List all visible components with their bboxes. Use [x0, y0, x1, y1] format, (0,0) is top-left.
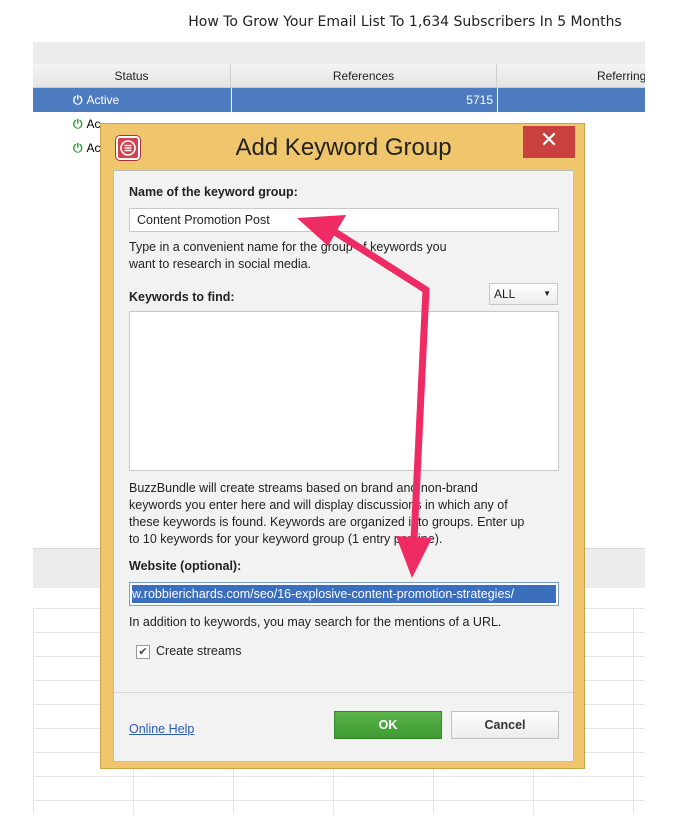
ok-button[interactable]: OK: [334, 711, 442, 739]
keywords-hint-line: keywords you enter here and will display…: [129, 498, 508, 512]
status-text: Ac: [86, 141, 101, 155]
status-text: Active: [86, 93, 120, 107]
page-caption: How To Grow Your Email List To 1,634 Sub…: [188, 14, 622, 30]
create-streams-checkbox[interactable]: ✔: [136, 645, 150, 659]
column-divider: [497, 88, 498, 112]
checkmark-icon: ✔: [138, 646, 148, 658]
power-icon: ⏻: [73, 141, 83, 155]
cancel-button[interactable]: Cancel: [451, 711, 559, 739]
keywords-filter-select[interactable]: ALL ▼: [489, 283, 558, 305]
name-hint-line: want to research in social media.: [129, 257, 312, 271]
background-toolbar: [33, 42, 645, 64]
website-label: Website (optional):: [129, 559, 242, 573]
group-name-input[interactable]: Content Promotion Post: [129, 208, 559, 232]
column-header-referring[interactable]: Referring A: [497, 64, 645, 88]
status-cell: ⏻ Active: [73, 88, 119, 112]
table-header: Status References Referring A: [33, 64, 645, 88]
create-streams-label[interactable]: Create streams: [156, 644, 241, 658]
status-cell: ⏻ Ac: [73, 112, 101, 136]
column-header-status[interactable]: Status: [33, 64, 231, 88]
name-hint: Type in a convenient name for the group …: [129, 239, 447, 273]
add-keyword-group-dialog: Add Keyword Group ✕ Name of the keyword …: [100, 123, 585, 769]
status-text: Ac: [86, 117, 101, 131]
name-label: Name of the keyword group:: [129, 185, 298, 199]
keywords-hint-line: to 10 keywords for your keyword group (1…: [129, 532, 443, 546]
keywords-hint-line: these keywords is found. Keywords are or…: [129, 515, 525, 529]
close-button[interactable]: ✕: [523, 126, 575, 158]
keywords-label: Keywords to find:: [129, 290, 235, 304]
website-value: w.robbierichards.com/seo/16-explosive-co…: [132, 585, 556, 603]
website-input[interactable]: w.robbierichards.com/seo/16-explosive-co…: [129, 582, 559, 606]
close-icon: ✕: [539, 128, 559, 153]
select-value: ALL: [494, 287, 516, 301]
online-help-link[interactable]: Online Help: [129, 722, 194, 736]
footer-divider: [114, 692, 573, 693]
power-icon: ⏻: [73, 117, 83, 131]
dialog-body: Name of the keyword group: Content Promo…: [113, 170, 574, 762]
table-row[interactable]: ⏻ Active 5715: [33, 88, 645, 112]
keywords-textarea[interactable]: [129, 311, 559, 471]
dialog-title: Add Keyword Group: [235, 134, 452, 161]
website-hint: In addition to keywords, you may search …: [129, 615, 502, 629]
references-cell: 5715: [466, 93, 493, 107]
keywords-hint: BuzzBundle will create streams based on …: [129, 480, 524, 548]
keywords-hint-line: BuzzBundle will create streams based on …: [129, 481, 478, 495]
column-header-references[interactable]: References: [231, 64, 497, 88]
power-icon: ⏻: [73, 93, 83, 107]
caret-down-icon: ▼: [543, 289, 551, 298]
status-cell: ⏻ Ac: [73, 136, 101, 160]
name-hint-line: Type in a convenient name for the group …: [129, 240, 447, 254]
